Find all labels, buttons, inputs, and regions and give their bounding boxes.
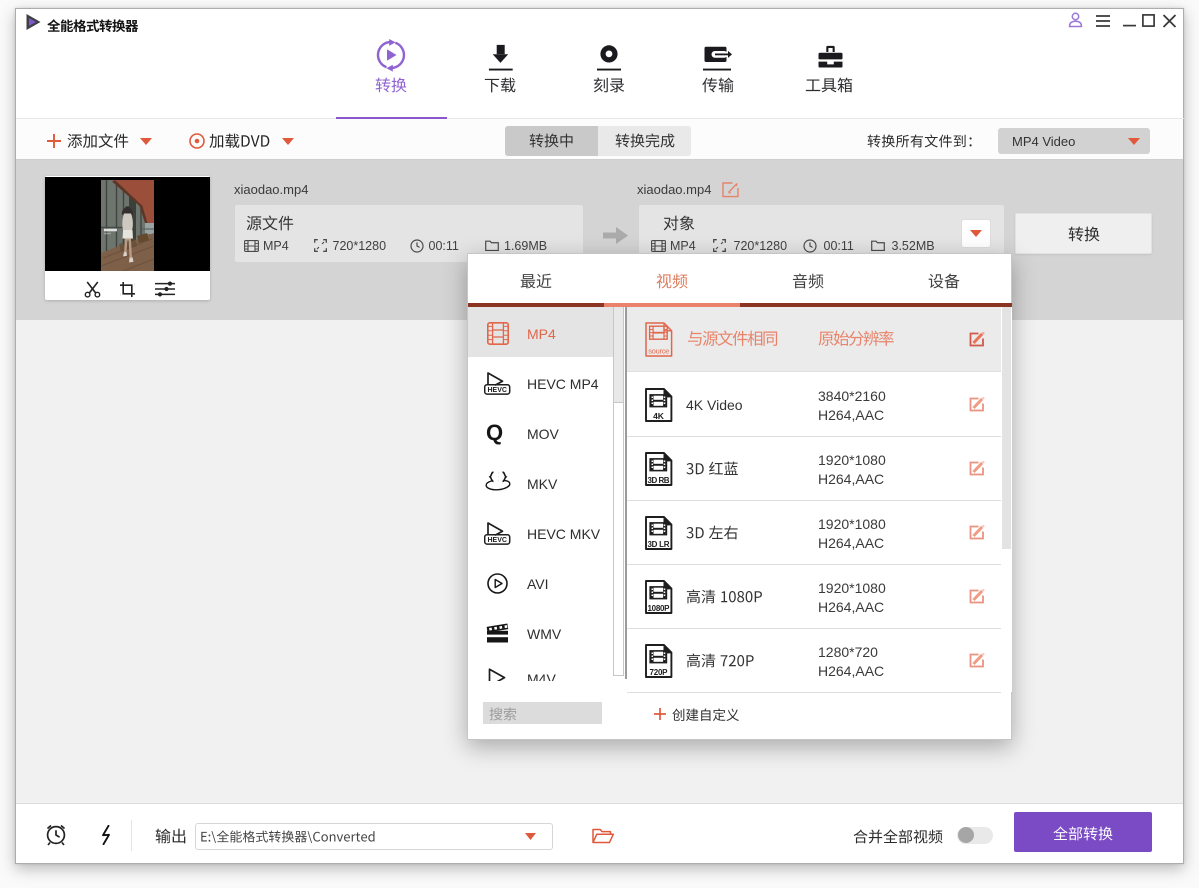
svg-text:3D RB: 3D RB <box>648 476 670 485</box>
svg-text:source: source <box>648 347 669 356</box>
svg-text:4K: 4K <box>653 411 665 421</box>
svg-text:720P: 720P <box>650 668 669 677</box>
svg-text:HEVC: HEVC <box>487 387 506 394</box>
svg-text:1080P: 1080P <box>648 604 671 613</box>
svg-text:3D LR: 3D LR <box>648 540 670 549</box>
svg-text:HEVC: HEVC <box>487 537 506 544</box>
